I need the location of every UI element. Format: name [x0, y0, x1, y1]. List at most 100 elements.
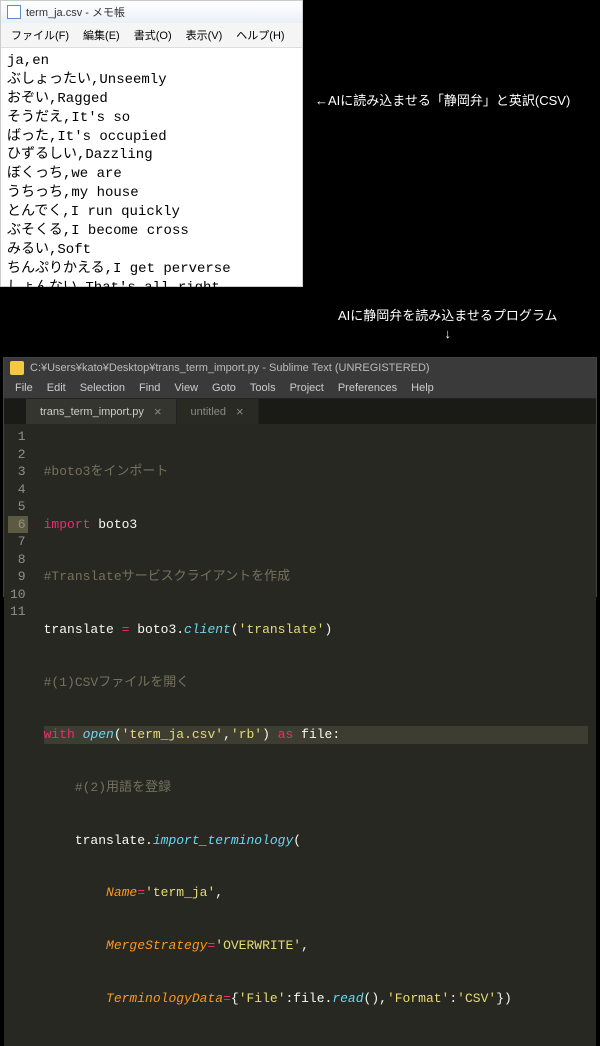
line-num: 3	[8, 463, 28, 481]
code-text: translate.	[75, 833, 153, 848]
annotation-program: AIに静岡弁を読み込ませるプログラム ↓	[338, 305, 558, 341]
code-keyword: import	[44, 517, 91, 532]
notepad-icon	[7, 5, 21, 19]
code-text: (	[231, 622, 239, 637]
code-string: 'Format'	[387, 991, 449, 1006]
line-num: 4	[8, 481, 28, 499]
menu-format[interactable]: 書式(O)	[128, 25, 178, 45]
code-string: 'OVERWRITE'	[215, 938, 301, 953]
tab-active[interactable]: trans_term_import.py ×	[26, 399, 177, 424]
notepad-titlebar: term_ja.csv - メモ帳	[1, 1, 302, 23]
line-num: 2	[8, 446, 28, 464]
code-indent	[44, 991, 106, 1006]
notepad-title-text: term_ja.csv - メモ帳	[26, 4, 125, 20]
code-string: 'CSV'	[457, 991, 496, 1006]
code-string: 'term_ja'	[145, 885, 215, 900]
sublime-title-text: C:¥Users¥kato¥Desktop¥trans_term_import.…	[30, 362, 430, 374]
code-text: translate	[44, 622, 122, 637]
menu-tools[interactable]: Tools	[243, 380, 283, 396]
code-text: (),	[364, 991, 387, 1006]
tab-inactive[interactable]: untitled ×	[177, 399, 259, 424]
menu-edit[interactable]: 編集(E)	[77, 25, 126, 45]
code-param: TerminologyData	[106, 991, 223, 1006]
code-string: 'rb'	[231, 727, 262, 742]
line-num: 6	[8, 516, 28, 534]
line-num: 1	[8, 428, 28, 446]
code-comment: #(1)CSVファイルを開く	[44, 675, 190, 690]
code-text: ,	[301, 938, 309, 953]
code-text: ,	[215, 885, 223, 900]
code-func: open	[83, 727, 114, 742]
code-text: )	[325, 622, 333, 637]
code-comment: #(2)用語を登録	[75, 780, 171, 795]
menu-view[interactable]: 表示(V)	[180, 25, 229, 45]
menu-view[interactable]: View	[167, 380, 205, 396]
code-op: =	[207, 938, 215, 953]
code-param: MergeStrategy	[106, 938, 207, 953]
line-num: 11	[8, 603, 28, 621]
menu-find[interactable]: Find	[132, 380, 167, 396]
notepad-menu: ファイル(F) 編集(E) 書式(O) 表示(V) ヘルプ(H)	[1, 23, 302, 48]
code-indent	[44, 780, 75, 795]
code-func: import_terminology	[153, 833, 293, 848]
tab-bar: trans_term_import.py × untitled ×	[4, 399, 596, 424]
code-editor[interactable]: 1 2 3 4 5 6 7 8 9 10 11 #boto3をインポート imp…	[4, 424, 596, 1046]
menu-file[interactable]: File	[8, 380, 40, 396]
menu-file[interactable]: ファイル(F)	[5, 25, 75, 45]
code-op: =	[137, 885, 145, 900]
sublime-menu: File Edit Selection Find View Goto Tools…	[4, 378, 596, 399]
code-text: boto3.	[129, 622, 184, 637]
line-num: 10	[8, 586, 28, 604]
code-func: client	[184, 622, 231, 637]
menu-selection[interactable]: Selection	[73, 380, 132, 396]
code-string: 'translate'	[239, 622, 325, 637]
code-text: )	[262, 727, 278, 742]
line-num: 9	[8, 568, 28, 586]
code-comment: #Translateサービスクライアントを作成	[44, 569, 291, 584]
line-num: 8	[8, 551, 28, 569]
tab-label: trans_term_import.py	[40, 406, 144, 418]
code-text: ,	[223, 727, 231, 742]
menu-help[interactable]: Help	[404, 380, 441, 396]
code-string: 'term_ja.csv'	[122, 727, 223, 742]
menu-goto[interactable]: Goto	[205, 380, 243, 396]
code-param: Name	[106, 885, 137, 900]
code-func: read	[332, 991, 363, 1006]
code-text: (	[293, 833, 301, 848]
code-content[interactable]: #boto3をインポート import boto3 #Translateサービス…	[36, 424, 596, 1046]
code-text: })	[496, 991, 512, 1006]
tab-label: untitled	[191, 406, 226, 418]
sublime-logo-icon	[10, 361, 24, 375]
menu-project[interactable]: Project	[283, 380, 331, 396]
code-op: =	[223, 991, 231, 1006]
code-indent	[44, 833, 75, 848]
code-text: :file.	[286, 991, 333, 1006]
annotation-csv: ←AIに読み込ませる「静岡弁」と英訳(CSV)	[315, 90, 570, 109]
line-gutter: 1 2 3 4 5 6 7 8 9 10 11	[4, 424, 36, 1046]
code-text	[75, 727, 83, 742]
code-keyword: with	[44, 727, 75, 742]
code-op: =	[122, 622, 130, 637]
code-text: (	[114, 727, 122, 742]
code-indent	[44, 938, 106, 953]
sublime-window: C:¥Users¥kato¥Desktop¥trans_term_import.…	[3, 357, 597, 597]
code-keyword: as	[278, 727, 294, 742]
code-text: boto3	[90, 517, 137, 532]
menu-help[interactable]: ヘルプ(H)	[230, 25, 290, 45]
menu-preferences[interactable]: Preferences	[331, 380, 404, 396]
down-arrow-icon: ↓	[338, 326, 558, 341]
line-num: 5	[8, 498, 28, 516]
line-num: 7	[8, 533, 28, 551]
code-text: {	[231, 991, 239, 1006]
notepad-window: term_ja.csv - メモ帳 ファイル(F) 編集(E) 書式(O) 表示…	[0, 0, 303, 287]
code-text: file:	[293, 727, 340, 742]
code-string: 'File'	[239, 991, 286, 1006]
notepad-content[interactable]: ja,en ぶしょったい,Unseemly おぞい,Ragged そうだえ,It…	[1, 48, 302, 302]
close-icon[interactable]: ×	[236, 404, 244, 419]
code-indent	[44, 885, 106, 900]
close-icon[interactable]: ×	[154, 404, 162, 419]
menu-edit[interactable]: Edit	[40, 380, 73, 396]
code-text: :	[449, 991, 457, 1006]
annotation-program-text: AIに静岡弁を読み込ませるプログラム	[338, 308, 558, 323]
code-comment: #boto3をインポート	[44, 464, 169, 479]
